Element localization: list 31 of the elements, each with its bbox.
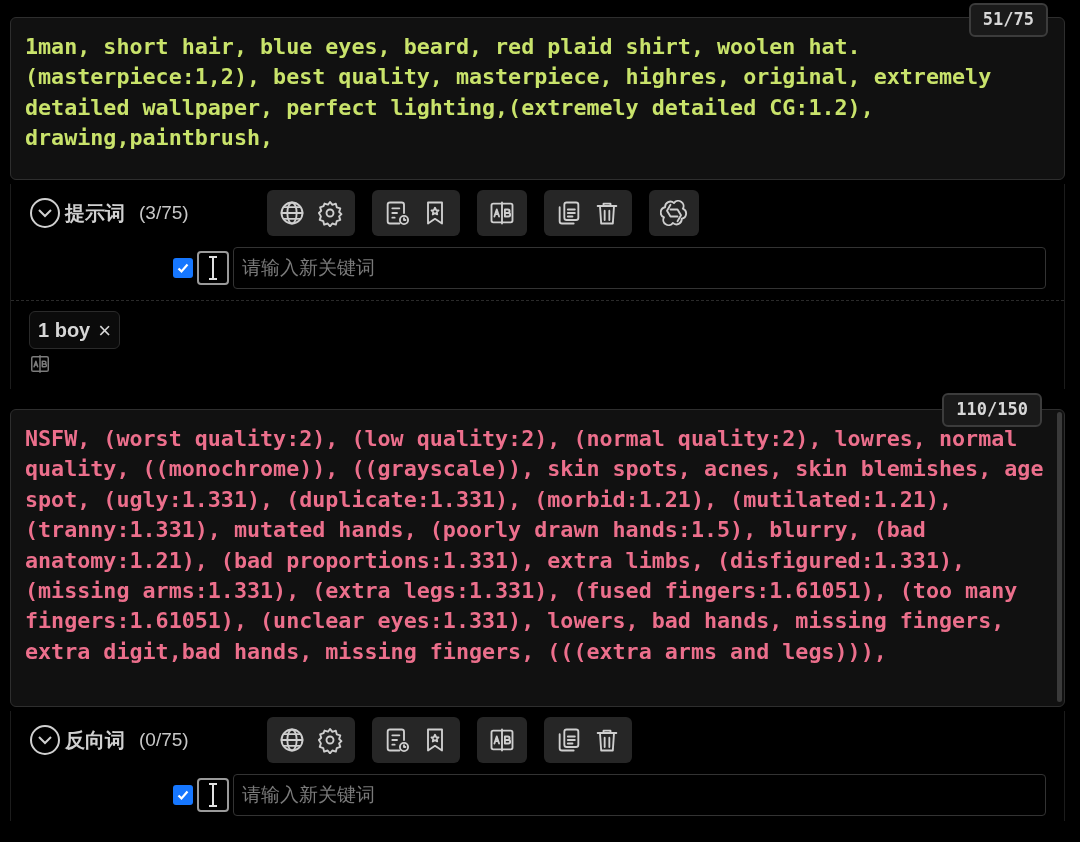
text-cursor-icon — [206, 782, 220, 808]
token-counter: 51/75 — [968, 3, 1048, 37]
translate-icon — [488, 726, 516, 754]
settings-icon — [316, 199, 344, 227]
settings-icon — [316, 726, 344, 754]
token-counter: 110/150 — [942, 393, 1042, 427]
collapse-toggle[interactable]: 提示词 — [29, 197, 139, 229]
checkmark-icon — [176, 788, 190, 802]
chevron-icon — [29, 724, 61, 756]
keyword-input[interactable]: 请输入新关键词 — [233, 774, 1046, 816]
translate-icon — [488, 199, 516, 227]
prompt-text: NSFW, (worst quality:2), (low quality:2), (normal quality:2), lowres, normal quality, ((monochrome)), ((grayscale)), skin spots, acnes, skin blemishes, age spot, (ugly:1.331), (duplicate:1.331), (morbid:1.21), (mutilated:1.21), (tranny:1.331), mutated hands, (poorly drawn hands:1.5), blurry, (bad anatomy:1.21), (bad proportions:1.331), extra limbs, (disfigured:1.331), (missing arms:1.331), (extra legs:1.331), (fused fingers:1.61051), (too many fingers:1.61051), (unclear eyes:1.331), lowers, bad hands, missing fingers, extra digit,bad hands, missing fingers, (((extra arms and legs))), — [25, 425, 1045, 666]
keyword-count: (3/75) — [139, 200, 190, 225]
chevron-icon — [29, 197, 61, 229]
knot-icon — [660, 199, 688, 227]
translate-icon — [29, 353, 51, 375]
text-cursor-button[interactable] — [197, 251, 229, 285]
checkbox[interactable] — [173, 258, 193, 278]
checkbox[interactable] — [173, 785, 193, 805]
globe-icon — [278, 199, 306, 227]
keyword-count: (0/75) — [139, 727, 190, 752]
tag-translate-button[interactable] — [29, 353, 51, 375]
scrollbar[interactable] — [1057, 412, 1062, 702]
text-cursor-button[interactable] — [197, 778, 229, 812]
keyword-input[interactable]: 请输入新关键词 — [233, 247, 1046, 289]
checkmark-icon — [176, 261, 190, 275]
keyword-tag[interactable]: 1 boy × — [29, 311, 121, 349]
text-cursor-icon — [206, 255, 220, 281]
collapse-toggle[interactable]: 反向词 — [29, 724, 139, 756]
globe-icon — [278, 726, 306, 754]
remove-tag-button[interactable]: × — [98, 313, 112, 347]
